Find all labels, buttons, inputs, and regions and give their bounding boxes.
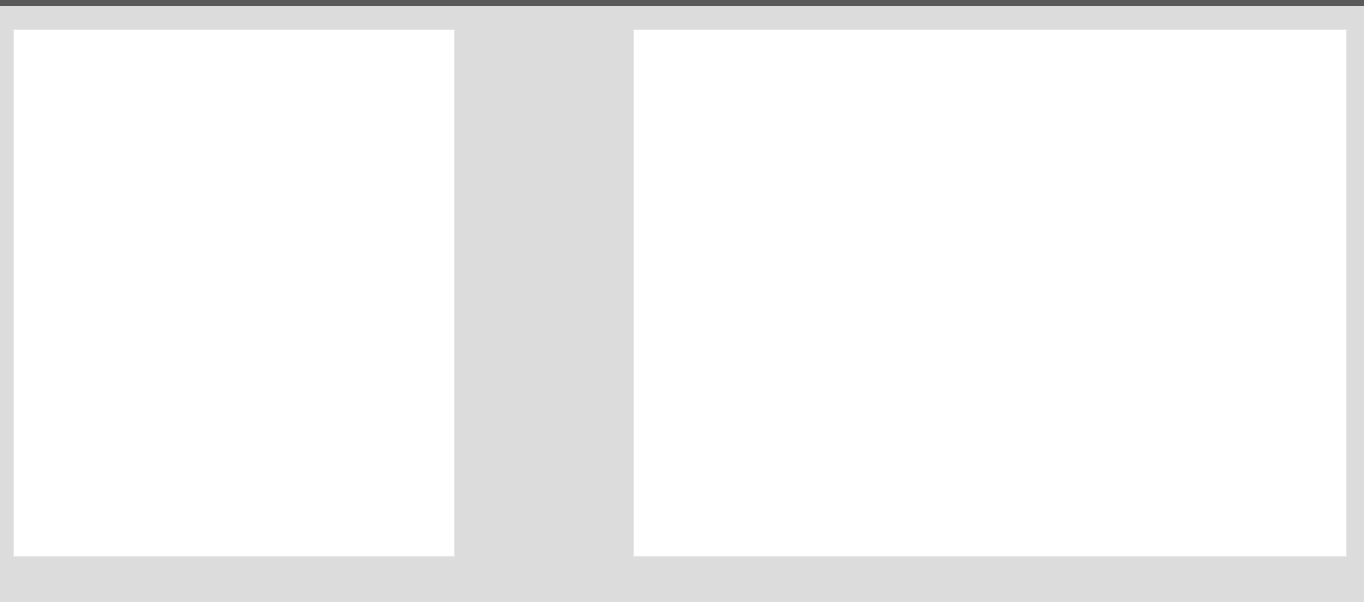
page-title [0,6,1364,30]
panel-right [634,30,1346,556]
chart-title-right [634,30,1346,46]
panel-left [14,30,454,556]
chart-right [634,46,1346,556]
chart-left [14,46,454,526]
chart-title-left [14,30,454,46]
